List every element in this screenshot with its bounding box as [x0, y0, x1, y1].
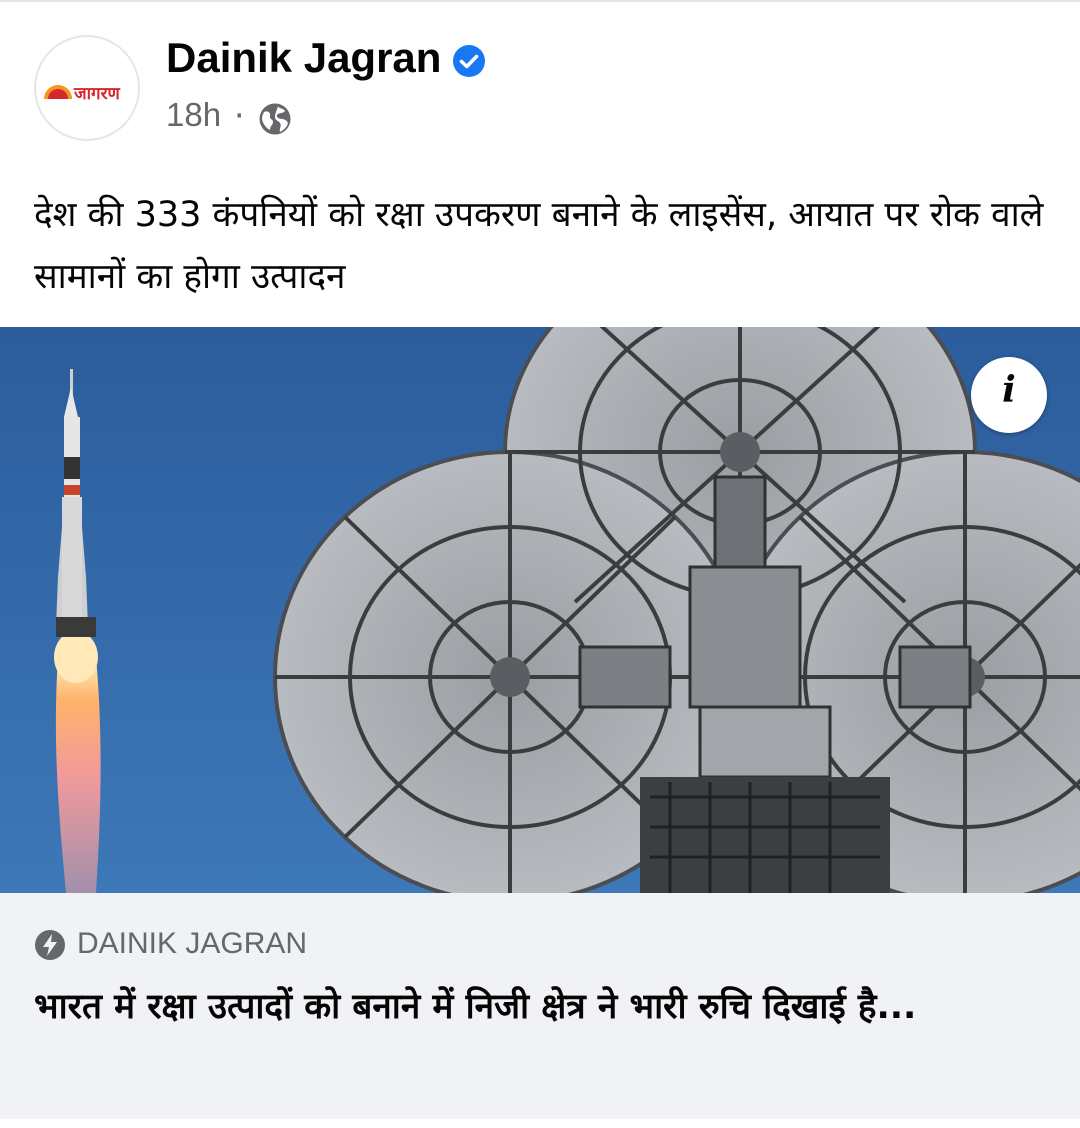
post-caption: देश की 333 कंपनियों को रक्षा उपकरण बनाने…	[34, 195, 1044, 297]
page-name[interactable]: Dainik Jagran	[166, 34, 441, 82]
post-timestamp[interactable]: 18h	[166, 96, 221, 134]
avatar-logo-text: जागरण	[73, 84, 121, 104]
bolt-icon	[35, 930, 65, 960]
link-title[interactable]: भारत में रक्षा उत्पादों को बनाने में निज…	[34, 979, 1044, 1035]
link-preview[interactable]: DAINIK JAGRAN भारत में रक्षा उत्पादों को…	[0, 893, 1080, 1119]
post-header: जागरण Dainik Jagran 18h ·	[0, 0, 1080, 160]
info-icon: i	[1002, 369, 1016, 411]
post-image[interactable]	[0, 327, 1080, 893]
jagran-logo-icon: जागरण	[44, 84, 121, 104]
bottom-spacer	[0, 1119, 1080, 1128]
avatar[interactable]: जागरण	[34, 35, 140, 141]
link-domain: DAINIK JAGRAN	[77, 927, 308, 960]
verified-badge-icon	[453, 45, 485, 77]
globe-icon[interactable]	[258, 102, 292, 136]
meta-separator: ·	[234, 96, 245, 135]
ad-info-button[interactable]: i	[971, 357, 1047, 433]
